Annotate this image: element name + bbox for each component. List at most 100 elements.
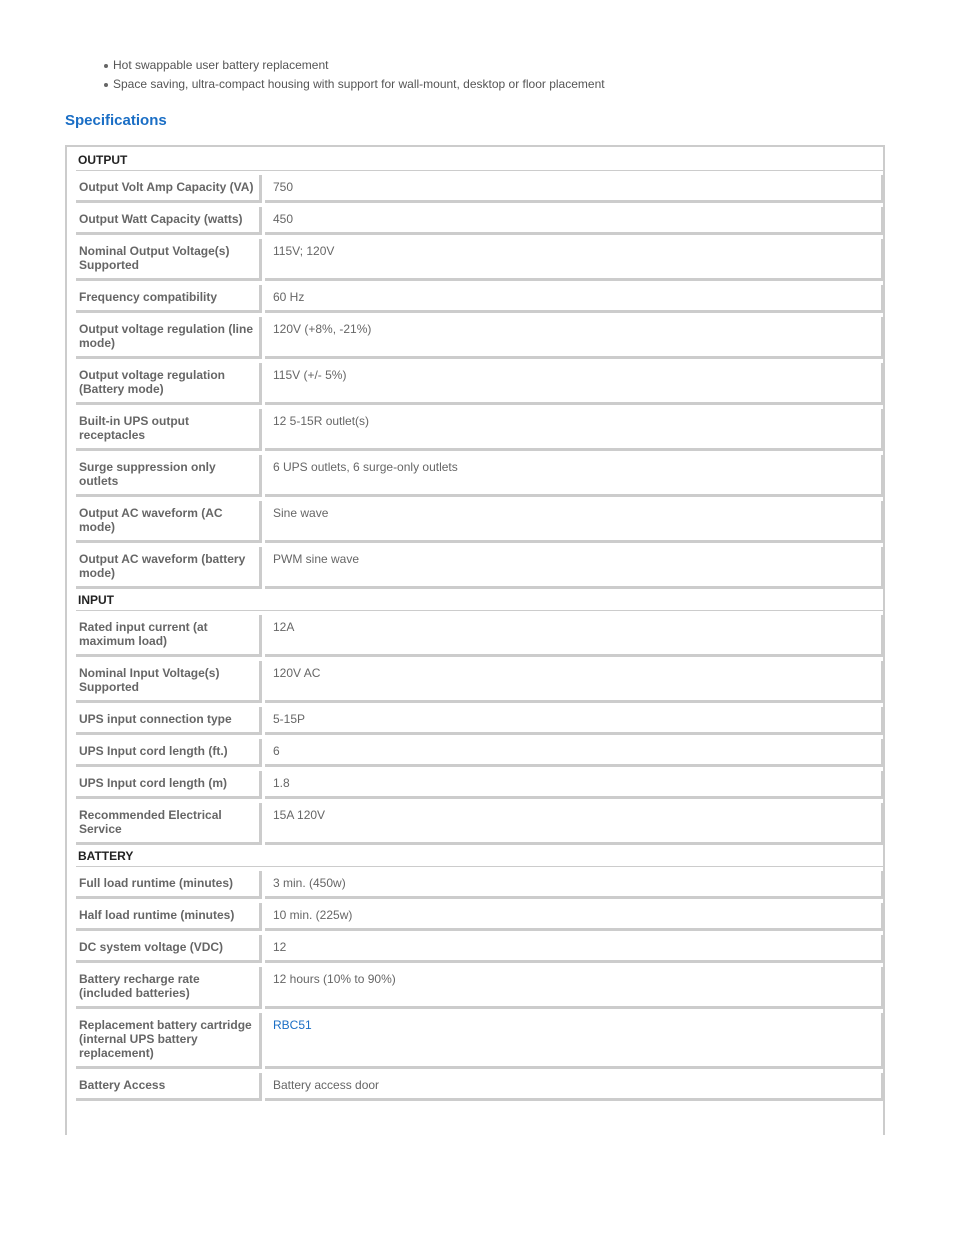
spec-row: Battery recharge rate (included batterie… xyxy=(76,963,884,1009)
spec-value: 115V; 120V xyxy=(265,239,884,281)
spec-label: Output Volt Amp Capacity (VA) xyxy=(76,175,262,203)
spec-label-cell: Built-in UPS output receptacles xyxy=(76,405,262,451)
spec-label: Nominal Input Voltage(s) Supported xyxy=(76,661,262,703)
spec-label-cell: DC system voltage (VDC) xyxy=(76,931,262,963)
spec-row: UPS Input cord length (m) 1.8 xyxy=(76,767,884,799)
spec-label: Frequency compatibility xyxy=(76,285,262,313)
spec-value: Battery access door xyxy=(265,1073,884,1101)
spec-label-cell: Full load runtime (minutes) xyxy=(76,867,262,899)
spec-label: Nominal Output Voltage(s) Supported xyxy=(76,239,262,281)
spec-label-cell: Surge suppression only outlets xyxy=(76,451,262,497)
spec-label-cell: Output Watt Capacity (watts) xyxy=(76,203,262,235)
spec-label: DC system voltage (VDC) xyxy=(76,935,262,963)
spec-label: UPS Input cord length (m) xyxy=(76,771,262,799)
spec-label-cell: Nominal Output Voltage(s) Supported xyxy=(76,235,262,281)
spec-value: 450 xyxy=(265,207,884,235)
spec-label: Output AC waveform (battery mode) xyxy=(76,547,262,589)
spec-value: 12 xyxy=(265,935,884,963)
spec-value: 120V (+8%, -21%) xyxy=(265,317,884,359)
feature-item: Space saving, ultra-compact housing with… xyxy=(104,74,605,93)
spec-label: Output voltage regulation (Battery mode) xyxy=(76,363,262,405)
spec-value: 12A xyxy=(265,615,884,657)
spec-value: 750 xyxy=(265,175,884,203)
spec-value: 1.8 xyxy=(265,771,884,799)
spec-label-cell: Output voltage regulation (Battery mode) xyxy=(76,359,262,405)
spec-label-cell: Output Volt Amp Capacity (VA) xyxy=(76,171,262,203)
spec-value-cell: Sine wave xyxy=(262,497,884,543)
spec-row: Frequency compatibility 60 Hz xyxy=(76,281,884,313)
spec-label-cell: Output AC waveform (battery mode) xyxy=(76,543,262,589)
bullet-icon xyxy=(104,83,108,87)
spec-row: Rated input current (at maximum load) 12A xyxy=(76,611,884,657)
spec-value-cell: Battery access door xyxy=(262,1069,884,1101)
spec-row: Surge suppression only outlets 6 UPS outl… xyxy=(76,451,884,497)
group-header-output: OUTPUT xyxy=(76,149,884,171)
spec-value-cell: 120V (+8%, -21%) xyxy=(262,313,884,359)
spec-value-cell: 10 min. (225w) xyxy=(262,899,884,931)
spec-label-cell: UPS input connection type xyxy=(76,703,262,735)
spec-row: UPS input connection type 5-15P xyxy=(76,703,884,735)
spec-value-cell: 15A 120V xyxy=(262,799,884,845)
spec-value: PWM sine wave xyxy=(265,547,884,589)
feature-list: Hot swappable user battery replacement S… xyxy=(104,55,605,93)
spec-value-cell: 5-15P xyxy=(262,703,884,735)
spec-row: Battery Access Battery access door xyxy=(76,1069,884,1101)
spec-label: Rated input current (at maximum load) xyxy=(76,615,262,657)
spec-label: Built-in UPS output receptacles xyxy=(76,409,262,451)
spec-label-cell: Battery recharge rate (included batterie… xyxy=(76,963,262,1009)
spec-value-cell: PWM sine wave xyxy=(262,543,884,589)
spec-value-cell: 12 xyxy=(262,931,884,963)
spec-value: 120V AC xyxy=(265,661,884,703)
spec-value-cell: 450 xyxy=(262,203,884,235)
feature-text: Hot swappable user battery replacement xyxy=(113,57,329,72)
spec-value: 6 UPS outlets, 6 surge-only outlets xyxy=(265,455,884,497)
spec-row: Recommended Electrical Service 15A 120V xyxy=(76,799,884,845)
spec-row: Replacement battery cartridge (internal … xyxy=(76,1009,884,1069)
spec-row: Output AC waveform (battery mode) PWM sin… xyxy=(76,543,884,589)
spec-label-cell: Output AC waveform (AC mode) xyxy=(76,497,262,543)
specifications-panel: OUTPUT Output Volt Amp Capacity (VA) 750 Ou… xyxy=(65,145,885,1135)
spec-value: 60 Hz xyxy=(265,285,884,313)
spec-label: Battery Access xyxy=(76,1073,262,1101)
bullet-icon xyxy=(104,64,108,68)
spec-row: Built-in UPS output receptacles 12 5-15R … xyxy=(76,405,884,451)
replacement-battery-link[interactable]: RBC51 xyxy=(273,1018,312,1032)
spec-value-cell: 1.8 xyxy=(262,767,884,799)
spec-label: Output AC waveform (AC mode) xyxy=(76,501,262,543)
spec-row: Full load runtime (minutes) 3 min. (450w) xyxy=(76,867,884,899)
group-title: INPUT xyxy=(76,589,884,611)
spec-value: 12 5-15R outlet(s) xyxy=(265,409,884,451)
spec-value: 3 min. (450w) xyxy=(265,871,884,899)
spec-label: Half load runtime (minutes) xyxy=(76,903,262,931)
spec-value-cell: 6 xyxy=(262,735,884,767)
spec-label: Output voltage regulation (line mode) xyxy=(76,317,262,359)
spec-value: 12 hours (10% to 90%) xyxy=(265,967,884,1009)
feature-item: Hot swappable user battery replacement xyxy=(104,55,605,74)
specifications-table: OUTPUT Output Volt Amp Capacity (VA) 750 Ou… xyxy=(76,149,884,1101)
spec-row: Output voltage regulation (line mode) 120… xyxy=(76,313,884,359)
spec-value-cell: RBC51 xyxy=(262,1009,884,1069)
spec-value-cell: 3 min. (450w) xyxy=(262,867,884,899)
section-title: Specifications xyxy=(65,112,167,129)
group-title: BATTERY xyxy=(76,845,884,867)
spec-label: Full load runtime (minutes) xyxy=(76,871,262,899)
spec-row: Output AC waveform (AC mode) Sine wave xyxy=(76,497,884,543)
spec-row: DC system voltage (VDC) 12 xyxy=(76,931,884,963)
spec-value-cell: 60 Hz xyxy=(262,281,884,313)
spec-value: 15A 120V xyxy=(265,803,884,845)
spec-row: Nominal Input Voltage(s) Supported 120V A… xyxy=(76,657,884,703)
spec-value-cell: 115V; 120V xyxy=(262,235,884,281)
spec-row: Output Watt Capacity (watts) 450 xyxy=(76,203,884,235)
feature-text: Space saving, ultra-compact housing with… xyxy=(113,76,605,91)
spec-value-cell: 120V AC xyxy=(262,657,884,703)
spec-label-cell: Recommended Electrical Service xyxy=(76,799,262,845)
spec-label-cell: Rated input current (at maximum load) xyxy=(76,611,262,657)
group-header-battery: BATTERY xyxy=(76,845,884,867)
group-title: OUTPUT xyxy=(76,149,884,171)
spec-label-cell: Battery Access xyxy=(76,1069,262,1101)
spec-value: RBC51 xyxy=(265,1013,884,1069)
group-header-input: INPUT xyxy=(76,589,884,611)
spec-label: Surge suppression only outlets xyxy=(76,455,262,497)
spec-value-cell: 750 xyxy=(262,171,884,203)
spec-row: Output voltage regulation (Battery mode)… xyxy=(76,359,884,405)
